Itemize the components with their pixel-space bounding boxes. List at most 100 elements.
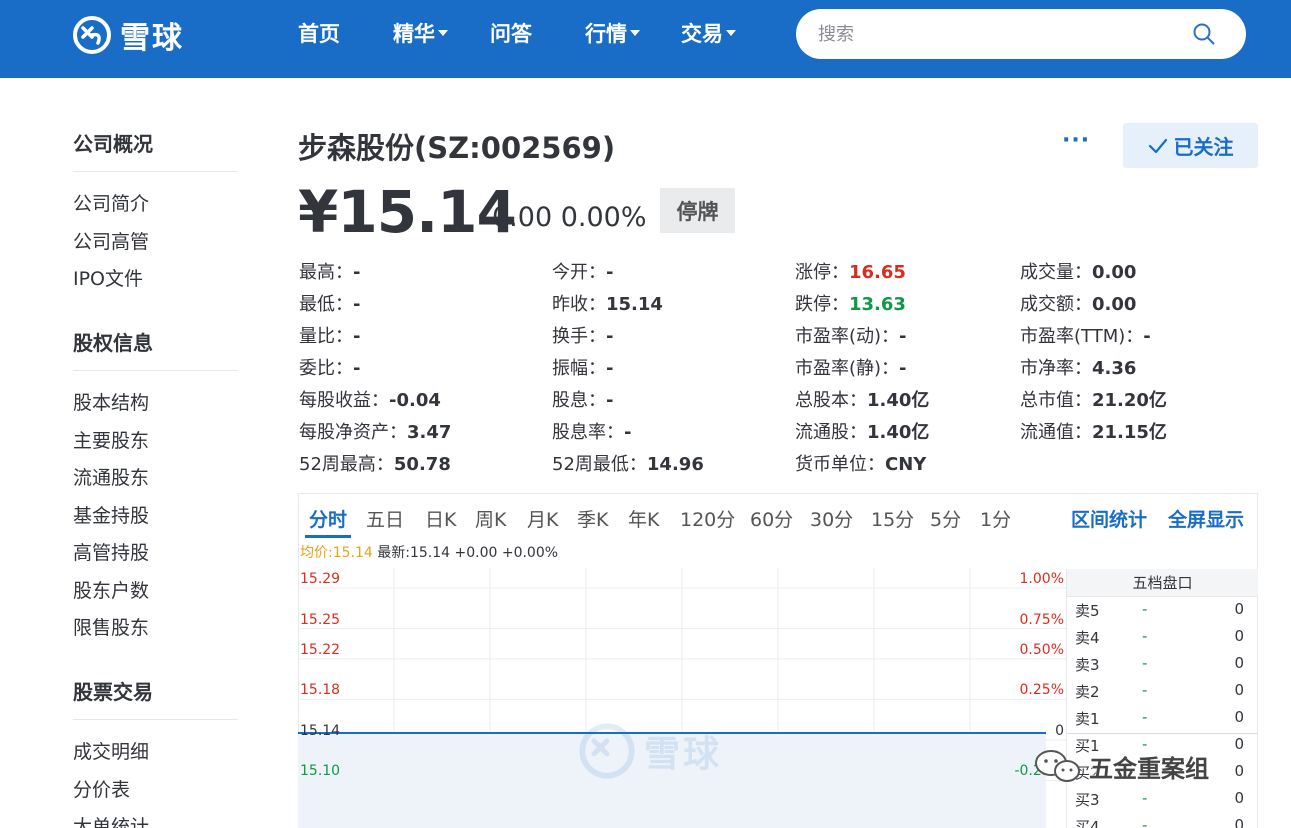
sidebar-item[interactable]: 分价表: [73, 775, 130, 802]
quote-label: 量比：: [299, 326, 353, 347]
tab-12[interactable]: 1分: [980, 505, 1011, 532]
sidebar-section-title: 股权信息: [73, 331, 153, 355]
tab-7[interactable]: 120分: [680, 505, 735, 532]
chevron-down-icon: [438, 30, 448, 36]
tab-2[interactable]: 日K: [425, 505, 456, 532]
fullscreen-button[interactable]: 全屏显示: [1168, 505, 1244, 532]
watermark-logo-icon: [579, 723, 635, 779]
sidebar-item[interactable]: 成交明细: [73, 737, 149, 764]
search-icon[interactable]: [1192, 22, 1216, 46]
tab-6[interactable]: 年K: [628, 505, 659, 532]
quote-value: 21.15亿: [1092, 422, 1167, 443]
quote-label: 流通股：: [795, 422, 867, 443]
sidebar-item[interactable]: 公司高管: [73, 227, 149, 254]
nav-item-3[interactable]: 行情: [585, 18, 640, 48]
tab-9[interactable]: 30分: [810, 505, 853, 532]
follow-button[interactable]: 已关注: [1123, 123, 1258, 168]
sidebar-item[interactable]: 限售股东: [73, 613, 149, 640]
nav-item-2[interactable]: 问答: [490, 18, 532, 48]
order-book-row: 卖3 - 0: [1067, 651, 1258, 678]
sidebar-item[interactable]: 主要股东: [73, 426, 149, 453]
quote-value: 50.78: [393, 454, 451, 475]
nav-item-0[interactable]: 首页: [298, 18, 340, 48]
intraday-chart-svg: [298, 568, 1066, 828]
quote-label: 股息率：: [552, 422, 624, 443]
quote-label: 振幅：: [552, 358, 606, 379]
order-level-label: 买4: [1075, 818, 1100, 828]
quote-field: 换手：-: [552, 322, 613, 348]
tab-10[interactable]: 15分: [871, 505, 914, 532]
sidebar-item[interactable]: 大单统计: [73, 812, 149, 828]
quote-label: 市盈率(TTM)：: [1020, 326, 1144, 347]
quote-field: 量比：-: [299, 322, 360, 348]
follow-label: 已关注: [1173, 135, 1234, 159]
sidebar-item[interactable]: 流通股东: [73, 463, 149, 490]
quote-field: 股息率：-: [552, 418, 631, 444]
sidebar-item[interactable]: 基金持股: [73, 501, 149, 528]
order-price: -: [1142, 600, 1148, 618]
quote-field: 市净率：4.36: [1020, 354, 1136, 380]
order-book-title: 五档盘口: [1067, 569, 1258, 597]
tab-1[interactable]: 五日: [366, 505, 404, 532]
price-tick-label: 15.25: [300, 611, 341, 628]
quote-value: 13.63: [849, 294, 906, 315]
intraday-chart[interactable]: 15.29 1.00% 15.25 0.75% 15.22 0.50% 15.18 0.25%…: [298, 568, 1066, 828]
tab-5[interactable]: 季K: [577, 505, 608, 532]
quote-field: 成交量：0.00: [1020, 258, 1136, 284]
wechat-account-name: 五金重案组: [1089, 754, 1209, 783]
sidebar-item[interactable]: 股东户数: [73, 576, 149, 603]
quote-value: -: [899, 358, 907, 379]
order-volume: 0: [1234, 654, 1244, 672]
quote-field: 委比：-: [299, 354, 360, 380]
quote-field: 52周最高：50.78: [299, 450, 451, 476]
price-change: 0.00 0.00%: [492, 202, 647, 233]
top-navbar: 雪球 首页 精华 问答 行情 交易: [0, 0, 1291, 78]
quote-value: 14.96: [646, 454, 704, 475]
logo-text: 雪球: [120, 21, 184, 56]
order-price: -: [1142, 627, 1148, 645]
sidebar-item[interactable]: 高管持股: [73, 538, 149, 565]
order-volume: 0: [1234, 708, 1244, 726]
sidebar-item[interactable]: 股本结构: [73, 388, 149, 415]
quote-value: -: [899, 326, 907, 347]
quote-field: 总市值：21.20亿: [1020, 386, 1167, 412]
sidebar-item[interactable]: IPO文件: [73, 264, 143, 291]
quote-label: 最高：: [299, 262, 353, 283]
quote-label: 股息：: [552, 390, 606, 411]
quote-value: 3.47: [407, 422, 452, 443]
range-stats-button[interactable]: 区间统计: [1071, 505, 1147, 532]
order-price: -: [1142, 789, 1148, 807]
more-options-button[interactable]: ···: [1062, 128, 1090, 153]
tab-0[interactable]: 分时: [309, 505, 347, 532]
order-book-divider: [1067, 733, 1258, 734]
quote-field: 货币单位：CNY: [795, 450, 926, 476]
quote-field: 52周最低：14.96: [552, 450, 704, 476]
tab-3[interactable]: 周K: [475, 505, 506, 532]
quote-label: 市净率：: [1020, 358, 1092, 379]
tab-8[interactable]: 60分: [750, 505, 793, 532]
nav-item-4[interactable]: 交易: [681, 18, 736, 48]
search-box[interactable]: [796, 9, 1246, 59]
quote-value: 21.20亿: [1092, 390, 1167, 411]
order-level-label: 卖2: [1075, 683, 1100, 701]
order-book-row: 买4 - 0: [1067, 813, 1258, 828]
sidebar-item[interactable]: 公司简介: [73, 189, 149, 216]
percent-tick-label: 1.00%: [1019, 571, 1064, 587]
order-price: -: [1142, 708, 1148, 726]
wechat-watermark: 五金重案组: [1033, 748, 1209, 784]
search-input[interactable]: [818, 19, 1178, 49]
order-volume: 0: [1234, 789, 1244, 807]
tab-4[interactable]: 月K: [527, 505, 558, 532]
order-price: -: [1142, 816, 1148, 828]
tab-11[interactable]: 5分: [930, 505, 961, 532]
checkmark-icon: [1148, 138, 1167, 153]
quote-value: 4.36: [1092, 358, 1137, 379]
quote-field: 振幅：-: [552, 354, 613, 380]
xueqiu-logo[interactable]: 雪球: [72, 13, 184, 57]
nav-label: 精华: [393, 22, 435, 46]
percent-tick-label: 0.50%: [1019, 641, 1064, 658]
order-book-row: 买3 - 0: [1067, 786, 1258, 813]
nav-item-1[interactable]: 精华: [393, 18, 448, 48]
quote-label: 昨收：: [552, 294, 606, 315]
quote-field: 最高：-: [299, 258, 360, 284]
